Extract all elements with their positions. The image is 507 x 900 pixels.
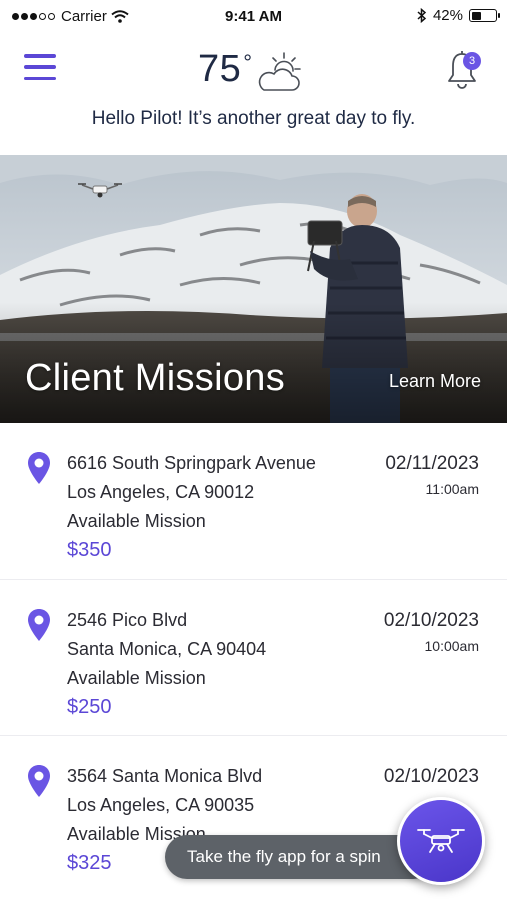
list-item[interactable]: 2546 Pico Blvd Santa Monica, CA 90404 Av…: [0, 579, 507, 735]
temperature: 75: [198, 48, 242, 90]
mission-time: 10:00am: [424, 638, 479, 654]
hero-banner[interactable]: Client Missions Learn More: [0, 155, 507, 423]
status-right: 42%: [417, 7, 500, 24]
battery-icon: [469, 9, 500, 22]
mission-status: Available Mission: [67, 511, 206, 531]
hero-title: Client Missions: [25, 357, 286, 399]
mission-address: 2546 Pico Blvd: [67, 610, 188, 630]
notifications-button[interactable]: 3: [445, 48, 483, 90]
header: 75 ° 3: [0, 40, 507, 102]
mission-address: 6616 South Springpark Avenue: [67, 453, 316, 473]
mission-date: 02/10/2023: [383, 610, 479, 631]
hamburger-menu-icon[interactable]: [24, 54, 56, 80]
drone-icon: [417, 829, 465, 853]
location-pin-icon: [28, 609, 50, 641]
weather-widget: 75 °: [198, 48, 302, 94]
mission-city: Santa Monica, CA 90404: [67, 639, 267, 659]
list-item[interactable]: 6616 South Springpark Avenue Los Angeles…: [0, 423, 507, 579]
mission-address: 3564 Santa Monica Blvd: [67, 766, 263, 786]
mission-price: $250: [67, 696, 112, 718]
battery-percent: 42%: [432, 7, 463, 24]
greeting-text: Hello Pilot! It’s another great day to f…: [91, 108, 416, 129]
notification-badge: 3: [463, 52, 481, 70]
battery-fill: [471, 11, 482, 20]
location-pin-icon: [28, 452, 50, 484]
bluetooth-icon: [417, 8, 427, 23]
mission-price: $350: [67, 539, 112, 561]
fly-app-button[interactable]: [397, 797, 485, 885]
status-bar: Carrier 9:41 AM 42%: [0, 0, 507, 34]
tour-toast[interactable]: Take the fly app for a spin: [165, 835, 435, 879]
mission-date: 02/11/2023: [385, 453, 479, 474]
partly-cloudy-icon: [258, 52, 301, 91]
location-pin-icon: [28, 765, 50, 797]
mission-time: 11:00am: [425, 481, 479, 497]
mission-price: $325: [67, 852, 112, 874]
learn-more-link[interactable]: Learn More: [389, 371, 481, 392]
mission-city: Los Angeles, CA 90012: [67, 482, 255, 502]
mission-date: 02/10/2023: [383, 766, 479, 787]
degree-symbol: °: [243, 50, 253, 75]
mission-status: Available Mission: [67, 668, 206, 688]
mission-city: Los Angeles, CA 90035: [67, 795, 255, 815]
